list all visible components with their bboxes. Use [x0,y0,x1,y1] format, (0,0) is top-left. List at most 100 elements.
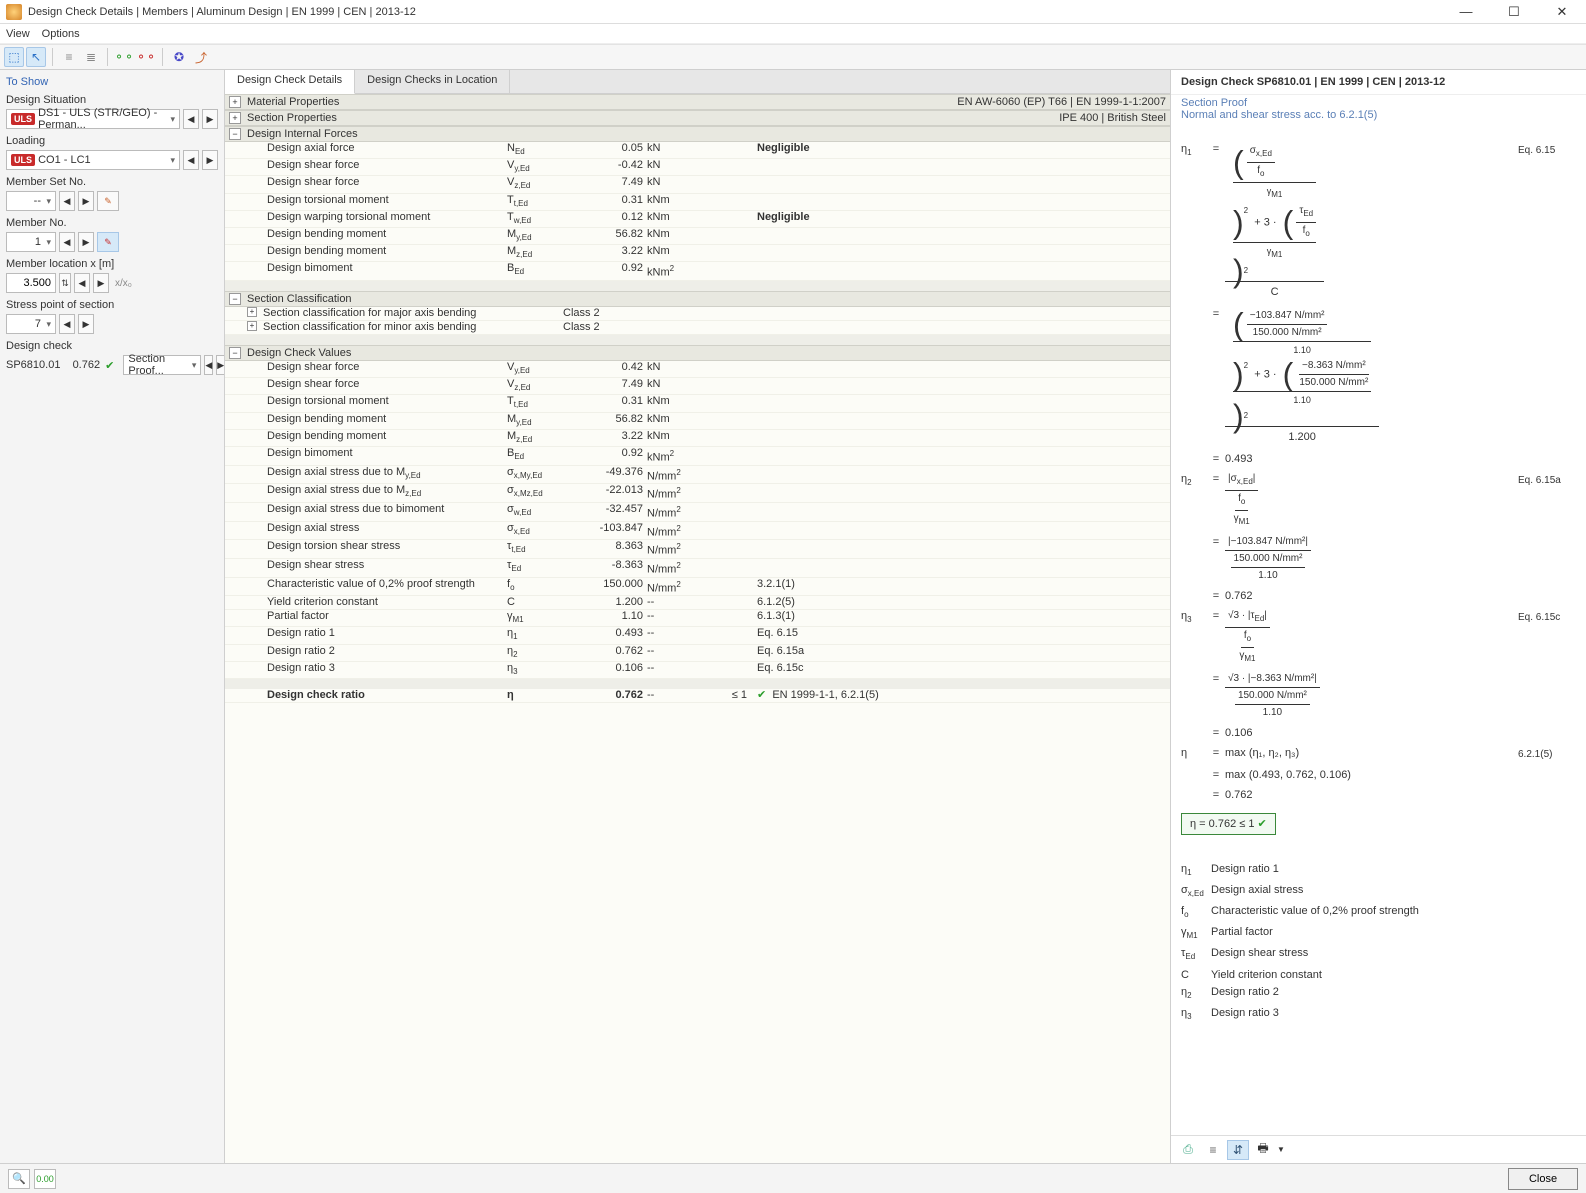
expand-icon[interactable]: + [229,96,241,108]
footer-tool-2[interactable]: 0.00 [34,1169,56,1189]
location-spin[interactable]: ⇅ [59,273,71,293]
menu-options[interactable]: Options [42,28,80,40]
rp-body: η1= ( σx,Edfo γM1 )2 + 3 · ( τEdfo γM1 [1171,129,1586,1135]
legend-row: η2 Design ratio 2 [1181,984,1576,1004]
check-ratio: 0.762 [73,359,101,371]
memberno-prev[interactable]: ◀ [59,232,75,252]
window-title: Design Check Details | Members | Aluminu… [28,6,1448,18]
tool-2[interactable]: ↖ [26,47,46,67]
legend-row: η1 Design ratio 1 [1181,861,1576,881]
toolbar-separator [52,48,53,66]
collapse-icon[interactable]: − [229,128,241,140]
stresspoint-select[interactable]: 7 [6,314,56,334]
rp-tool-1[interactable]: ⎙ [1177,1140,1199,1160]
menubar: View Options [0,24,1586,44]
memberset-prev[interactable]: ◀ [59,191,75,211]
grp-values[interactable]: − Design Check Values [225,345,1170,361]
final-row: Design check ratio η 0.762 -- ≤ 1 ✔ EN 1… [225,689,1170,703]
table-row: + Section classification for major axis … [225,307,1170,321]
table-row: Design ratio 1 η1 0.493 -- Eq. 6.15 [225,627,1170,644]
loading-prev[interactable]: ◀ [183,150,199,170]
location-prev[interactable]: ◀ [74,273,90,293]
rp-tool-2[interactable]: ≡ [1202,1140,1224,1160]
expand-icon[interactable]: + [247,321,257,331]
tool-3[interactable]: ≡ [59,47,79,67]
legend-row: σx,Ed Design axial stress [1181,882,1576,902]
memberset-tool[interactable]: ✎ [97,191,119,211]
grp-classif[interactable]: − Section Classification [225,291,1170,307]
loading-label: Loading [6,135,218,147]
menu-view[interactable]: View [6,28,30,40]
expand-icon[interactable]: + [247,307,257,317]
memberset-next[interactable]: ▶ [78,191,94,211]
table-row: Design ratio 3 η3 0.106 -- Eq. 6.15c [225,662,1170,679]
table-row: Design bimoment BEd 0.92 kNm2 [225,262,1170,281]
check-next[interactable]: ▶ [216,355,225,375]
loading-select[interactable]: ULS CO1 - LC1 [6,150,180,170]
collapse-icon[interactable]: − [229,293,241,305]
tool-5[interactable]: ⚬⚬ [114,47,134,67]
check-label: Design check [6,340,218,352]
location-input[interactable] [6,273,56,293]
stresspoint-next[interactable]: ▶ [78,314,94,334]
uls-badge: ULS [11,113,35,125]
memberset-label: Member Set No. [6,176,218,188]
tool-8[interactable]: ⤴ [191,47,211,67]
grp-forces[interactable]: − Design Internal Forces [225,126,1170,142]
rp-toolbar: ⎙ ≡ ⇵ 🖶 ▼ [1171,1135,1586,1163]
situation-prev[interactable]: ◀ [183,109,199,129]
situation-next[interactable]: ▶ [202,109,218,129]
check-select[interactable]: Section Proof... [123,355,201,375]
table-row: Design warping torsional moment Tw,Ed 0.… [225,211,1170,228]
location-next[interactable]: ▶ [93,273,109,293]
expand-icon[interactable]: + [229,112,241,124]
rp-title: Design Check SP6810.01 | EN 1999 | CEN |… [1171,70,1586,95]
titlebar: Design Check Details | Members | Aluminu… [0,0,1586,24]
table-row: Design axial stress due to bimoment σw,E… [225,503,1170,522]
table-row: Design axial stress due to My,Ed σx,My,E… [225,466,1170,485]
memberno-next[interactable]: ▶ [78,232,94,252]
check-id: SP6810.01 [6,359,60,371]
tool-4[interactable]: ≣ [81,47,101,67]
right-panel: Design Check SP6810.01 | EN 1999 | CEN |… [1171,70,1586,1163]
toolbar-separator [107,48,108,66]
memberno-select[interactable]: 1 [6,232,56,252]
table-row: Design shear force Vz,Ed 7.49 kN [225,378,1170,395]
situation-label: Design Situation [6,94,218,106]
table-row: Design axial stress due to Mz,Ed σx,Mz,E… [225,484,1170,503]
table-row: Design bending moment Mz,Ed 3.22 kNm [225,430,1170,447]
loading-next[interactable]: ▶ [202,150,218,170]
rp-tool-print[interactable]: 🖶 [1252,1140,1274,1160]
app-icon [6,4,22,20]
minimize-button[interactable]: — [1448,4,1484,20]
memberno-pick[interactable]: ✎ [97,232,119,252]
table-row: Design shear stress τEd -8.363 N/mm2 [225,559,1170,578]
rp-tool-dropdown[interactable]: ▼ [1277,1145,1285,1154]
grp-section[interactable]: + Section Properties IPE 400 | British S… [225,110,1170,126]
sidebar: To Show Design Situation ULS DS1 - ULS (… [0,70,225,1163]
situation-select[interactable]: ULS DS1 - ULS (STR/GEO) - Perman... [6,109,180,129]
toolbar-separator [162,48,163,66]
memberset-select[interactable]: -- [6,191,56,211]
tool-1[interactable]: ⬚ [4,47,24,67]
table-row: Design torsional moment Tt,Ed 0.31 kNm [225,395,1170,412]
result-box: η = 0.762 ≤ 1 ✔ [1181,813,1276,835]
tab-details[interactable]: Design Check Details [225,70,355,94]
maximize-button[interactable]: ☐ [1496,4,1532,20]
table-row: Design torsional moment Tt,Ed 0.31 kNm [225,194,1170,211]
close-button[interactable]: Close [1508,1168,1578,1190]
rp-tool-3[interactable]: ⇵ [1227,1140,1249,1160]
tool-6[interactable]: ⚬⚬ [136,47,156,67]
grp-material[interactable]: + Material Properties EN AW-6060 (EP) T6… [225,94,1170,110]
tab-location[interactable]: Design Checks in Location [355,70,510,93]
close-window-button[interactable]: ✕ [1544,4,1580,20]
check-prev[interactable]: ◀ [204,355,213,375]
window-buttons: — ☐ ✕ [1448,4,1580,20]
tool-7[interactable]: ✪ [169,47,189,67]
table-row: Design torsion shear stress τt,Ed 8.363 … [225,540,1170,559]
table-row: Design bending moment My,Ed 56.82 kNm [225,413,1170,430]
collapse-icon[interactable]: − [229,347,241,359]
sidebar-header: To Show [6,76,218,88]
footer-tool-1[interactable]: 🔍 [8,1169,30,1189]
stresspoint-prev[interactable]: ◀ [59,314,75,334]
